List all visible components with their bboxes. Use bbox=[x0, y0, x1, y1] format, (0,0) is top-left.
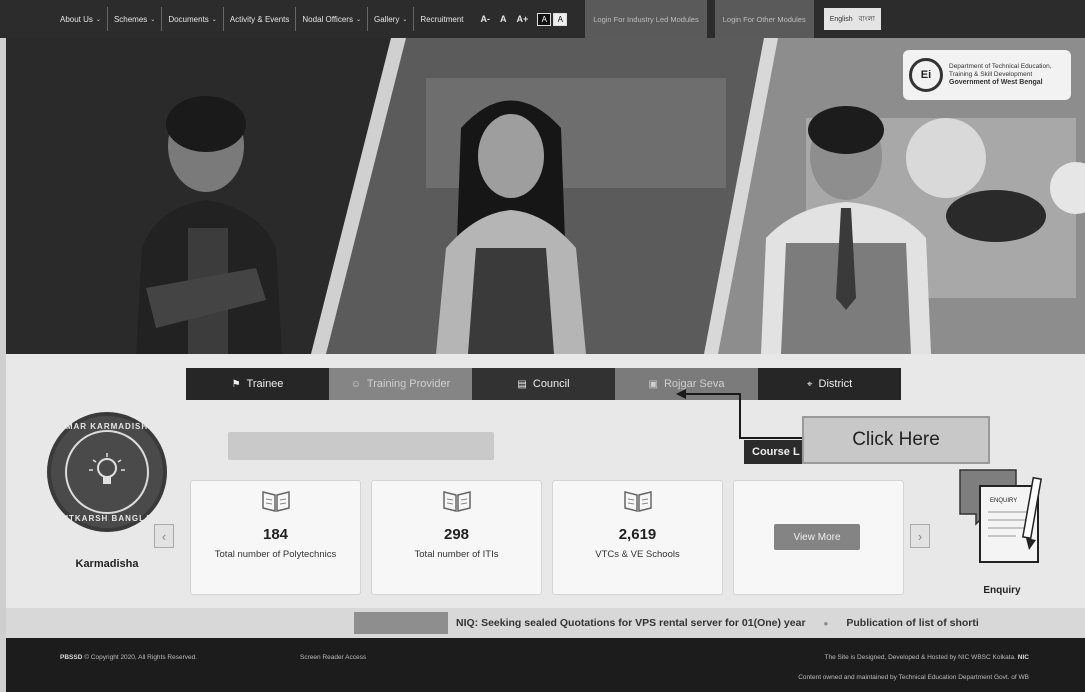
ticker-separator-icon: ● bbox=[823, 618, 829, 628]
govt-department-logo: Ei Department of Technical Education, Tr… bbox=[903, 50, 1071, 100]
chevron-down-icon: ⌄ bbox=[402, 16, 408, 23]
id-card-icon: ▤ bbox=[517, 378, 527, 390]
enquiry-link[interactable]: ENQUIRY Enquiry bbox=[956, 464, 1048, 604]
view-more-button[interactable]: View More bbox=[774, 524, 860, 550]
chevron-down-icon: ⌄ bbox=[211, 16, 217, 23]
tab-trainee[interactable]: ⚑ Trainee bbox=[186, 368, 329, 400]
font-normal-button[interactable]: A bbox=[497, 14, 510, 24]
lang-english[interactable]: English bbox=[830, 16, 853, 23]
karmadisha-ring-top: AMAR KARMADISHA bbox=[59, 422, 155, 431]
footer-designed-by: The Site is Designed, Developed & Hosted… bbox=[824, 654, 1030, 661]
briefcase-icon: ▣ bbox=[648, 378, 658, 390]
stat-value: 184 bbox=[262, 526, 289, 543]
karmadisha-ring-bottom: UTKARSH BANGLA bbox=[62, 514, 152, 523]
main-content: ⚑ Trainee ☺ Training Provider ▤ Council ▣ Ro… bbox=[6, 354, 1085, 608]
karmadisha-link[interactable]: AMAR KARMADISHA UTKARSH BANGLA Karmadish… bbox=[44, 412, 170, 570]
dept-line-2: Training & Skill Development bbox=[949, 71, 1033, 78]
stat-label: Total number of ITIs bbox=[414, 549, 499, 560]
dept-line-3: Government of West Bengal bbox=[949, 79, 1043, 86]
book-icon bbox=[261, 491, 290, 512]
book-icon bbox=[623, 491, 652, 512]
svg-text:ENQUIRY: ENQUIRY bbox=[990, 498, 1017, 504]
hero-banner: Ei Department of Technical Education, Tr… bbox=[6, 38, 1085, 354]
stat-card-polytechnics: 184 Total number of Polytechnics bbox=[190, 480, 361, 595]
chevron-down-icon: ⌄ bbox=[95, 16, 101, 23]
dept-line-1: Department of Technical Education, bbox=[949, 63, 1052, 70]
stat-label: VTCs & VE Schools bbox=[595, 549, 680, 560]
chevron-down-icon: ⌄ bbox=[150, 16, 156, 23]
ticker-item[interactable]: Publication of list of shorti bbox=[846, 617, 978, 629]
footer-copyright: PBSSD © Copyright 2020, All Rights Reser… bbox=[60, 654, 198, 661]
users-icon: ☺ bbox=[350, 378, 361, 390]
font-increase-button[interactable]: A+ bbox=[513, 14, 531, 24]
nav-gallery[interactable]: Gallery ⌄ bbox=[368, 7, 415, 31]
emblem-icon: Ei bbox=[909, 58, 943, 92]
nav-about-us[interactable]: About Us ⌄ bbox=[54, 7, 108, 31]
ticker-tag bbox=[354, 612, 448, 634]
chevron-right-icon: › bbox=[917, 528, 923, 544]
book-icon bbox=[442, 491, 471, 512]
stat-value: 298 bbox=[443, 526, 470, 543]
carousel-next-button[interactable]: › bbox=[910, 524, 930, 548]
carousel-prev-button[interactable]: ‹ bbox=[154, 524, 174, 548]
stat-value: 2,619 bbox=[618, 526, 657, 543]
graduation-cap-icon: ⚑ bbox=[231, 378, 241, 390]
stat-card-itis: 298 Total number of ITIs bbox=[371, 480, 542, 595]
karmadisha-label: Karmadisha bbox=[75, 558, 139, 570]
font-decrease-button[interactable]: A- bbox=[477, 14, 493, 24]
stat-label: Total number of Polytechnics bbox=[214, 549, 337, 560]
tab-council[interactable]: ▤ Council bbox=[472, 368, 615, 400]
nav-recruitment[interactable]: Recruitment bbox=[414, 7, 469, 31]
click-here-callout[interactable]: Click Here bbox=[802, 416, 990, 464]
nav-schemes[interactable]: Schemes ⌄ bbox=[108, 7, 163, 31]
pointer-arrow bbox=[676, 389, 808, 439]
enquiry-label: Enquiry bbox=[983, 585, 1021, 596]
font-size-controls: A- A A+ bbox=[477, 14, 531, 24]
chevron-down-icon: ⌄ bbox=[355, 16, 361, 23]
language-switcher: English বাংলা bbox=[823, 8, 881, 30]
login-other-button[interactable]: Login For Other Modules bbox=[714, 0, 814, 38]
nav-documents[interactable]: Documents ⌄ bbox=[162, 7, 224, 31]
site-footer: PBSSD © Copyright 2020, All Rights Reser… bbox=[6, 638, 1085, 692]
stat-card-vtcs: 2,619 VTCs & VE Schools bbox=[552, 480, 723, 595]
ticker-item[interactable]: NIQ: Seeking sealed Quotations for VPS r… bbox=[456, 617, 806, 629]
stat-card-view-more: View More bbox=[733, 480, 904, 595]
course-search-bar[interactable] bbox=[228, 432, 494, 460]
news-ticker: NIQ: Seeking sealed Quotations for VPS r… bbox=[6, 608, 1085, 638]
tab-training-provider[interactable]: ☺ Training Provider bbox=[329, 368, 472, 400]
nav-activity-events[interactable]: Activity & Events bbox=[224, 7, 297, 31]
enquiry-form-icon: ENQUIRY bbox=[959, 469, 1043, 563]
dark-theme-button[interactable]: A bbox=[537, 12, 552, 26]
screen-reader-access-link[interactable]: Screen Reader Access bbox=[300, 654, 366, 661]
login-industry-button[interactable]: Login For Industry Led Modules bbox=[585, 0, 707, 38]
lang-bangla[interactable]: বাংলা bbox=[859, 13, 875, 25]
top-navigation: About Us ⌄ Schemes ⌄ Documents ⌄ Activity &… bbox=[0, 0, 1085, 38]
light-theme-button[interactable]: A bbox=[553, 12, 568, 26]
nic-logo: NIC bbox=[1017, 654, 1029, 661]
lightbulb-icon bbox=[89, 453, 125, 484]
nav-nodal-officers[interactable]: Nodal Officers ⌄ bbox=[296, 7, 368, 31]
footer-content-owned: Content owned and maintained by Technica… bbox=[798, 674, 1029, 681]
chevron-left-icon: ‹ bbox=[161, 528, 167, 544]
